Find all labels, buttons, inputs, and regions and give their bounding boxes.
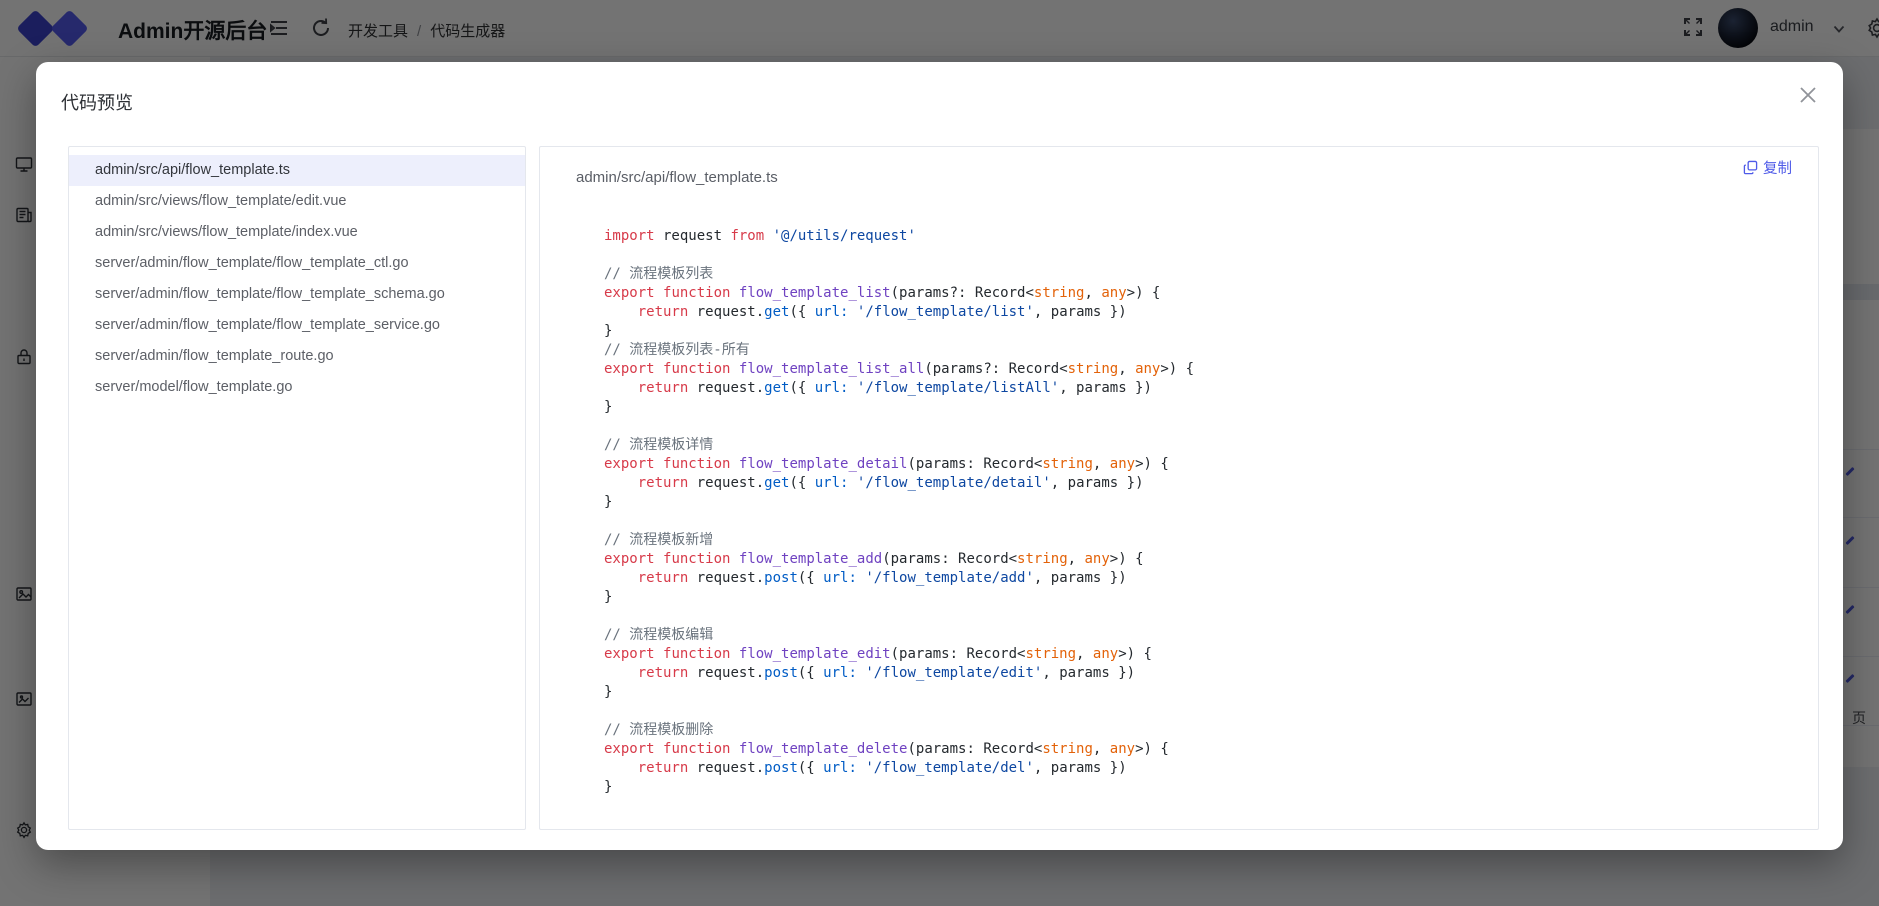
code-line: return request.get({ url: '/flow_templat… bbox=[604, 303, 1194, 322]
code-line: export function flow_template_delete(par… bbox=[604, 740, 1194, 759]
code-line: // 流程模板编辑 bbox=[604, 626, 1194, 645]
file-list-item[interactable]: admin/src/api/flow_template.ts bbox=[69, 155, 525, 186]
code-line: return request.get({ url: '/flow_templat… bbox=[604, 379, 1194, 398]
code-line: return request.post({ url: '/flow_templa… bbox=[604, 664, 1194, 683]
code-line: export function flow_template_add(params… bbox=[604, 550, 1194, 569]
code-line: } bbox=[604, 778, 1194, 797]
code-panel: 复制 admin/src/api/flow_template.ts import… bbox=[539, 146, 1819, 830]
code-line: } bbox=[604, 683, 1194, 702]
code-line bbox=[604, 512, 1194, 531]
file-list-item[interactable]: server/admin/flow_template/flow_template… bbox=[69, 310, 525, 341]
code-line bbox=[604, 607, 1194, 626]
copy-label: 复制 bbox=[1763, 157, 1792, 178]
code-line: return request.get({ url: '/flow_templat… bbox=[604, 474, 1194, 493]
code-line bbox=[604, 702, 1194, 721]
file-list-item[interactable]: server/admin/flow_template/flow_template… bbox=[69, 248, 525, 279]
code-line: import request from '@/utils/request' bbox=[604, 227, 1194, 246]
code-line bbox=[604, 246, 1194, 265]
code-line: } bbox=[604, 398, 1194, 417]
copy-icon bbox=[1743, 160, 1758, 175]
code-line: // 流程模板列表 bbox=[604, 265, 1194, 284]
close-icon[interactable] bbox=[1797, 84, 1819, 106]
file-list-item[interactable]: server/admin/flow_template/flow_template… bbox=[69, 279, 525, 310]
file-list: admin/src/api/flow_template.tsadmin/src/… bbox=[68, 146, 526, 830]
code-line: } bbox=[604, 588, 1194, 607]
file-list-item[interactable]: admin/src/views/flow_template/edit.vue bbox=[69, 186, 525, 217]
code-line: // 流程模板新增 bbox=[604, 531, 1194, 550]
code-line: } bbox=[604, 322, 1194, 341]
file-list-item[interactable]: server/admin/flow_template_route.go bbox=[69, 341, 525, 372]
code-line bbox=[604, 417, 1194, 436]
code-line: export function flow_template_edit(param… bbox=[604, 645, 1194, 664]
code-line: return request.post({ url: '/flow_templa… bbox=[604, 759, 1194, 778]
copy-button[interactable]: 复制 bbox=[1743, 157, 1792, 178]
code-preview-dialog: 代码预览 admin/src/api/flow_template.tsadmin… bbox=[36, 62, 1843, 850]
code-line: export function flow_template_list(param… bbox=[604, 284, 1194, 303]
screen: Admin开源后台 开发工具/代码生成器 bbox=[0, 0, 1879, 906]
file-list-item[interactable]: server/model/flow_template.go bbox=[69, 372, 525, 403]
code-line: export function flow_template_detail(par… bbox=[604, 455, 1194, 474]
file-list-item[interactable]: admin/src/views/flow_template/index.vue bbox=[69, 217, 525, 248]
dialog-title: 代码预览 bbox=[61, 89, 133, 115]
code-line: // 流程模板删除 bbox=[604, 721, 1194, 740]
code-file-title: admin/src/api/flow_template.ts bbox=[576, 169, 778, 186]
code-line: // 流程模板列表-所有 bbox=[604, 341, 1194, 360]
code-block: import request from '@/utils/request' //… bbox=[604, 227, 1194, 797]
code-line: return request.post({ url: '/flow_templa… bbox=[604, 569, 1194, 588]
code-line: } bbox=[604, 493, 1194, 512]
code-line: // 流程模板详情 bbox=[604, 436, 1194, 455]
code-line: export function flow_template_list_all(p… bbox=[604, 360, 1194, 379]
